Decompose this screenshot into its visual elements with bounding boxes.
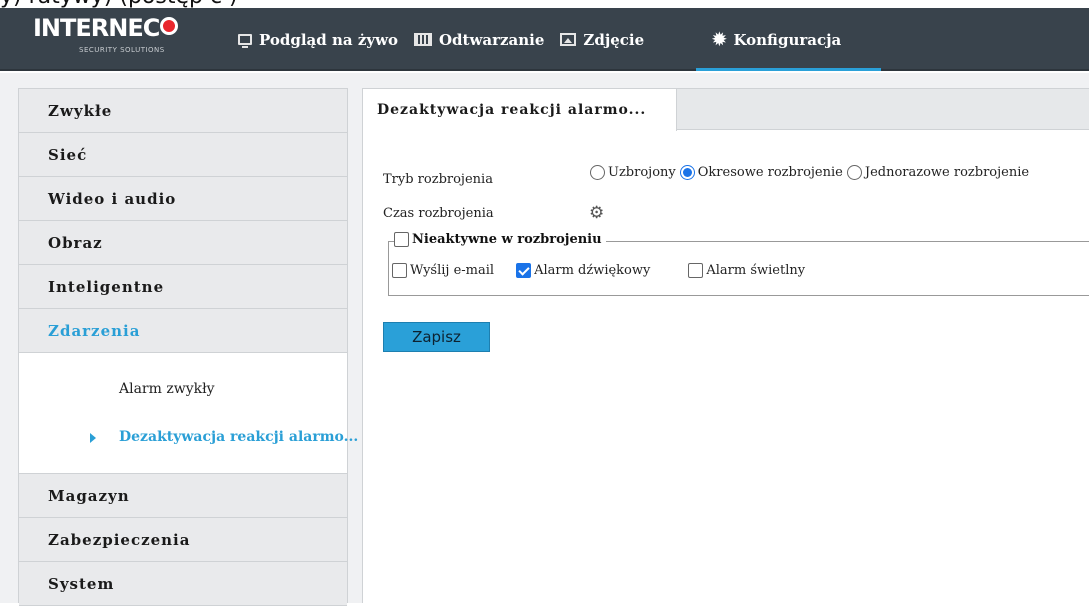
disarm-time-label: Czas rozbrojenia xyxy=(383,206,494,221)
nav-live-view-label: Podgląd na żywo xyxy=(259,30,398,49)
config-sidebar: Zwykłe Sieć Wideo i audio Obraz Intelige… xyxy=(18,88,358,606)
logo-target-icon xyxy=(160,17,179,35)
sidebar-item-network[interactable]: Sieć xyxy=(19,133,347,177)
top-caption-strip: y) ratywy) (postęp c ) xyxy=(0,0,1089,8)
sidebar-item-system[interactable]: System xyxy=(19,562,347,606)
action-checkbox-row: Wyślij e-mail Alarm dźwiękowy Alarm świe… xyxy=(392,263,805,278)
logo-brand-text: INTERNEC xyxy=(33,14,160,42)
sidebar-item-video-audio[interactable]: Wideo i audio xyxy=(19,177,347,221)
nav-photo[interactable]: Zdjęcie xyxy=(560,8,644,71)
checkbox-send-email-box[interactable] xyxy=(392,263,407,278)
radio-one-time-disarm-indicator[interactable] xyxy=(846,165,862,180)
sidebar-item-intelligent[interactable]: Inteligentne xyxy=(19,265,347,309)
group-select-all-checkbox[interactable] xyxy=(394,232,409,247)
checkbox-light-alarm[interactable]: Alarm świetlny xyxy=(688,263,805,278)
group-legend-label: Nieaktywne w rozbrojeniu xyxy=(412,232,602,247)
nav-playback[interactable]: Odtwarzanie xyxy=(413,8,545,71)
save-button[interactable]: Zapisz xyxy=(383,322,490,352)
radio-armed-label: Uzbrojony xyxy=(608,165,676,180)
monitor-icon xyxy=(238,34,252,48)
checkbox-audio-alarm-label: Alarm dźwiękowy xyxy=(534,263,651,278)
sidebar-item-events[interactable]: Zdarzenia xyxy=(19,309,347,353)
image-icon xyxy=(560,33,577,46)
inactive-when-disarmed-group: Nieaktywne w rozbrojeniu Wyślij e-mail A… xyxy=(388,232,1089,296)
radio-periodic-disarm-label: Okresowe rozbrojenie xyxy=(697,165,843,180)
checkbox-send-email-label: Wyślij e-mail xyxy=(410,263,495,278)
checkbox-send-email[interactable]: Wyślij e-mail xyxy=(392,263,494,278)
radio-periodic-disarm-indicator[interactable] xyxy=(679,165,695,180)
events-submenu: Alarm zwykły Dezaktywacja reakcji alarmo… xyxy=(19,353,358,474)
checkbox-light-alarm-label: Alarm świetlny xyxy=(706,263,806,278)
nav-configuration[interactable]: ✹ Konfiguracja xyxy=(696,8,882,71)
sidebar-item-storage[interactable]: Magazyn xyxy=(19,474,347,518)
schedule-settings-gear-icon[interactable]: ⚙ xyxy=(589,203,604,223)
radio-periodic-disarm[interactable]: Okresowe rozbrojenie xyxy=(679,165,843,180)
checkbox-light-alarm-box[interactable] xyxy=(688,263,704,278)
sidebar-item-general[interactable]: Zwykłe xyxy=(19,89,347,133)
disarm-mode-label: Tryb rozbrojenia xyxy=(383,172,493,187)
logo-wordmark: INTERNEC xyxy=(33,14,179,42)
tab-alarm-disarm[interactable]: Dezaktywacja reakcji alarmo... xyxy=(363,89,677,131)
submenu-item-common-alarm[interactable]: Alarm zwykły xyxy=(119,381,215,397)
nav-photo-label: Zdjęcie xyxy=(583,30,645,49)
submenu-item-alarm-disarm-label: Dezaktywacja reakcji alarmo... xyxy=(119,429,359,445)
disarm-mode-radio-group: Uzbrojony Okresowe rozbrojenie Jednorazo… xyxy=(590,165,1033,180)
main-panel: Dezaktywacja reakcji alarmo... Tryb rozb… xyxy=(362,88,1089,603)
sidebar-item-security[interactable]: Zabezpieczenia xyxy=(19,518,347,562)
tab-bar: Dezaktywacja reakcji alarmo... xyxy=(363,89,1089,131)
nav-live-view[interactable]: Podgląd na żywo xyxy=(238,8,398,71)
brand-logo: INTERNEC SECURITY SOLUTIONS xyxy=(33,12,203,58)
sidebar-item-image[interactable]: Obraz xyxy=(19,221,347,265)
logo-tagline: SECURITY SOLUTIONS xyxy=(79,46,165,54)
nav-playback-label: Odtwarzanie xyxy=(438,30,545,49)
top-caption-text: y) ratywy) (postęp c ) xyxy=(0,0,238,8)
nav-configuration-label: Konfiguracja xyxy=(733,30,842,49)
radio-one-time-disarm[interactable]: Jednorazowe rozbrojenie xyxy=(846,165,1030,180)
radio-one-time-disarm-label: Jednorazowe rozbrojenie xyxy=(864,165,1030,180)
top-navbar: INTERNEC SECURITY SOLUTIONS Podgląd na ż… xyxy=(0,8,1089,71)
submenu-item-alarm-disarm[interactable]: Dezaktywacja reakcji alarmo... xyxy=(90,429,359,445)
group-legend: Nieaktywne w rozbrojeniu xyxy=(394,232,606,247)
film-icon xyxy=(413,33,432,46)
active-arrow-icon xyxy=(90,433,96,443)
checkbox-audio-alarm[interactable]: Alarm dźwiękowy xyxy=(516,263,650,278)
radio-armed-indicator[interactable] xyxy=(590,165,605,180)
gear-icon: ✹ xyxy=(712,29,727,50)
radio-armed[interactable]: Uzbrojony xyxy=(590,165,676,180)
main-nav: Podgląd na żywo Odtwarzanie Zdjęcie ✹ Ko… xyxy=(238,8,882,71)
checkbox-audio-alarm-box[interactable] xyxy=(516,263,532,278)
